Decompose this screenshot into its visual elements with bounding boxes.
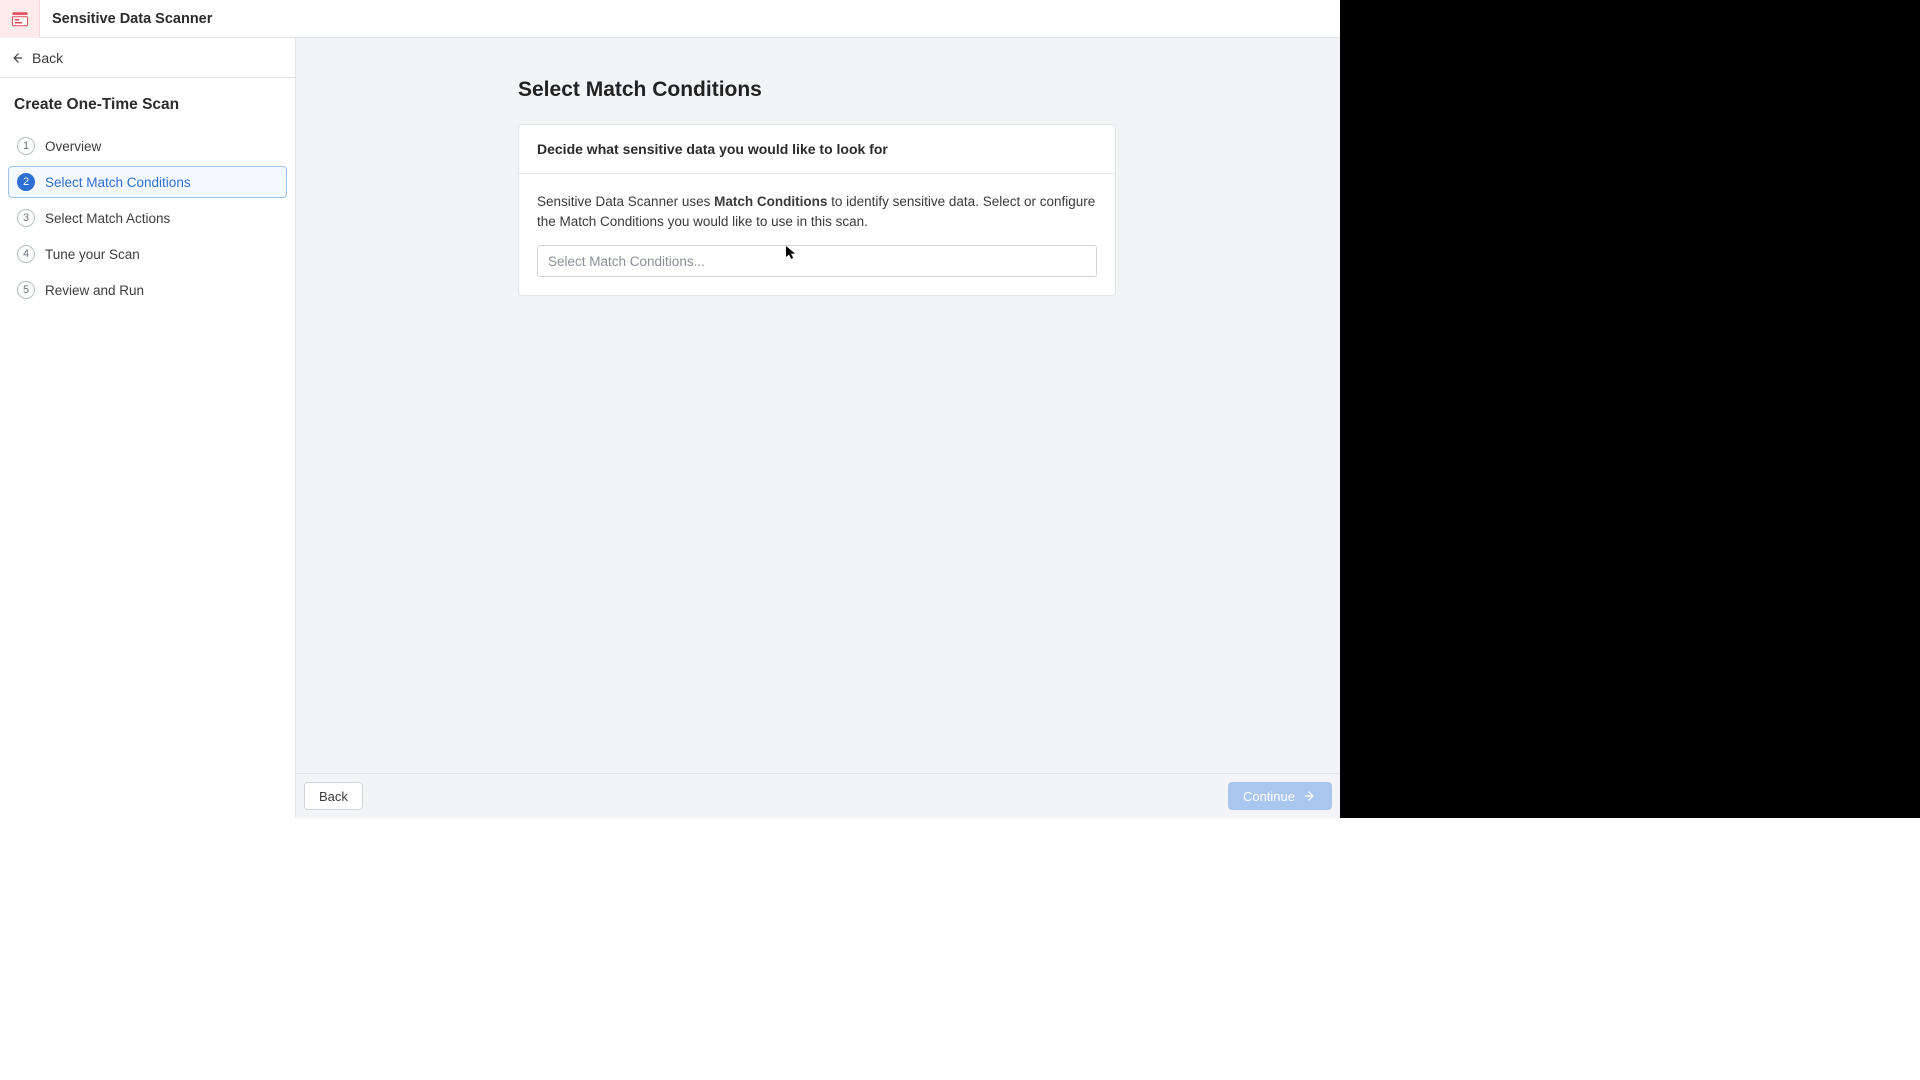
step-label: Select Match Conditions — [45, 175, 191, 190]
step-label: Review and Run — [45, 283, 144, 298]
card-body: Sensitive Data Scanner uses Match Condit… — [519, 174, 1115, 295]
match-conditions-select[interactable]: Select Match Conditions... — [537, 245, 1097, 277]
footer-continue-label: Continue — [1243, 789, 1295, 804]
desc-bold: Match Conditions — [714, 194, 827, 209]
step-number: 3 — [17, 209, 35, 227]
select-placeholder: Select Match Conditions... — [548, 254, 705, 269]
step-number: 5 — [17, 281, 35, 299]
footer-back-label: Back — [319, 789, 348, 804]
step-tune-your-scan[interactable]: 4 Tune your Scan — [8, 238, 287, 270]
card-header: Decide what sensitive data you would lik… — [519, 125, 1115, 174]
step-number: 2 — [17, 173, 35, 191]
step-number: 4 — [17, 245, 35, 263]
step-overview[interactable]: 1 Overview — [8, 130, 287, 162]
app-frame: Sensitive Data Scanner Back Create One-T… — [0, 0, 1340, 818]
app-title: Sensitive Data Scanner — [52, 11, 212, 27]
scanner-icon — [11, 10, 29, 28]
step-label: Tune your Scan — [45, 247, 140, 262]
step-select-match-conditions[interactable]: 2 Select Match Conditions — [8, 166, 287, 198]
step-select-match-actions[interactable]: 3 Select Match Actions — [8, 202, 287, 234]
step-label: Overview — [45, 139, 101, 154]
match-conditions-card: Decide what sensitive data you would lik… — [518, 124, 1116, 296]
footer-back-button[interactable]: Back — [304, 782, 363, 810]
desc-prefix: Sensitive Data Scanner uses — [537, 194, 714, 209]
step-label: Select Match Actions — [45, 211, 170, 226]
wizard-steps: 1 Overview 2 Select Match Conditions 3 S… — [0, 124, 295, 312]
sidebar-heading: Create One-Time Scan — [0, 78, 295, 124]
footer-continue-button[interactable]: Continue — [1228, 782, 1332, 810]
top-bar: Sensitive Data Scanner — [0, 0, 1340, 38]
arrow-right-icon — [1303, 789, 1317, 803]
step-review-and-run[interactable]: 5 Review and Run — [8, 274, 287, 306]
sidebar-back-label: Back — [32, 50, 63, 66]
wizard-footer: Back Continue — [296, 773, 1340, 818]
body: Back Create One-Time Scan 1 Overview 2 S… — [0, 38, 1340, 818]
sidebar: Back Create One-Time Scan 1 Overview 2 S… — [0, 38, 296, 818]
app-icon-container — [0, 0, 40, 38]
bottom-white-region — [0, 818, 1920, 1080]
card-description: Sensitive Data Scanner uses Match Condit… — [537, 192, 1097, 231]
sidebar-back-button[interactable]: Back — [0, 38, 295, 78]
page-title: Select Match Conditions — [518, 78, 1340, 102]
main-panel: Select Match Conditions Decide what sens… — [296, 38, 1340, 818]
step-number: 1 — [17, 137, 35, 155]
arrow-left-icon — [10, 51, 24, 65]
content-area: Select Match Conditions Decide what sens… — [296, 38, 1340, 773]
